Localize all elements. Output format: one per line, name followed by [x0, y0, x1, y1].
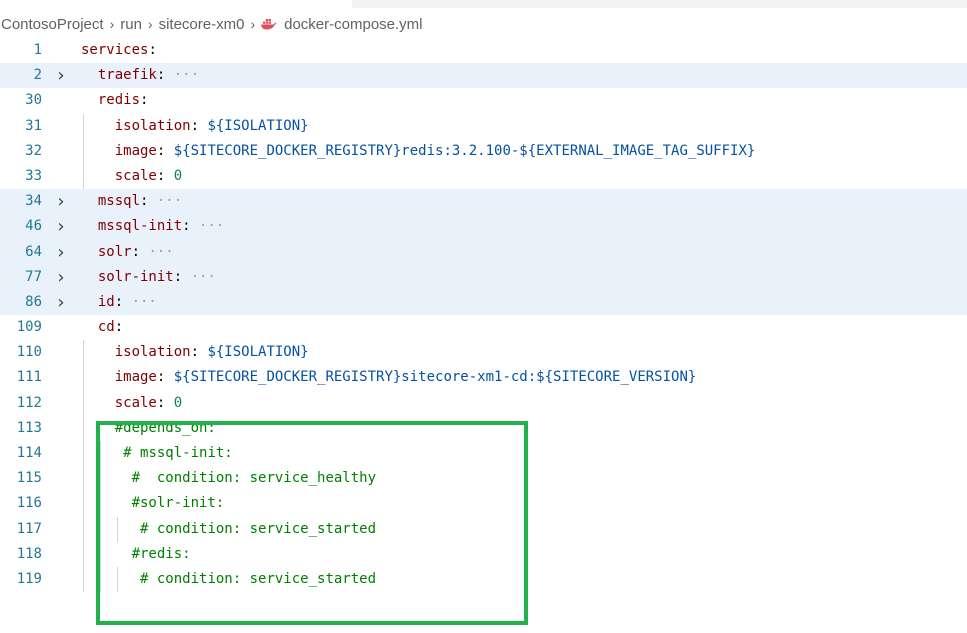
breadcrumb-separator: ›	[250, 16, 256, 32]
code-text: # condition: service_healthy	[131, 470, 377, 487]
code-editor[interactable]: 1 services: 2 › traefik: ··· 30 redis: 31 iso…	[0, 38, 967, 593]
code-text: # condition: service_started	[140, 520, 377, 537]
code-text: # mssql-init:	[123, 445, 233, 461]
line-number: 1	[33, 42, 42, 58]
line-number: 31	[25, 117, 42, 134]
code-text: mssql-init: ···	[97, 218, 225, 235]
line-number: 118	[16, 545, 42, 562]
code-text: solr-init: ···	[97, 268, 216, 285]
code-line[interactable]: 112 scale: 0	[0, 390, 967, 416]
code-line[interactable]: 118 #redis:	[0, 541, 967, 567]
code-text: #solr-init:	[131, 495, 225, 512]
code-line[interactable]: 46 › mssql-init: ···	[0, 214, 967, 240]
line-number: 109	[16, 319, 42, 336]
code-line[interactable]: 111 image: ${SITECORE_DOCKER_REGISTRY}si…	[0, 365, 967, 391]
line-number: 114	[16, 445, 42, 461]
breadcrumb-file-name[interactable]: docker-compose.yml	[283, 16, 423, 33]
line-number: 64	[25, 243, 42, 260]
line-number: 111	[16, 369, 42, 386]
code-line[interactable]: 119 # condition: service_started	[0, 566, 967, 593]
line-number: 32	[25, 142, 42, 159]
breadcrumb: ContosoProject › run › sitecore-xm0 › docker-c…	[0, 13, 967, 35]
line-number: 110	[16, 344, 42, 361]
code-line[interactable]: 116 #solr-init:	[0, 491, 967, 517]
chevron-right-icon[interactable]: ›	[54, 240, 68, 265]
line-number: 33	[25, 167, 42, 184]
line-number: 117	[16, 520, 42, 537]
line-number: 34	[25, 193, 42, 210]
code-line[interactable]: 34 › mssql: ···	[0, 189, 967, 215]
line-number: 115	[16, 470, 42, 487]
code-line[interactable]: 109 cd:	[0, 315, 967, 340]
code-text: isolation: ${ISOLATION}	[114, 117, 309, 134]
code-text: scale: 0	[114, 394, 183, 411]
code-line[interactable]: 30 redis:	[0, 88, 967, 113]
chevron-right-icon[interactable]: ›	[54, 290, 68, 315]
breadcrumb-item-contosoproject[interactable]: ContosoProject	[0, 16, 105, 33]
code-text: traefik: ···	[97, 67, 200, 84]
line-number: 2	[33, 67, 42, 84]
code-text: image: ${SITECORE_DOCKER_REGISTRY}redis:…	[114, 142, 756, 159]
code-line[interactable]: 114 # mssql-init:	[0, 441, 967, 467]
code-line[interactable]: 1 services:	[0, 38, 967, 63]
code-line[interactable]: 77 › solr-init: ···	[0, 264, 967, 290]
code-line[interactable]: 86 › id: ···	[0, 289, 967, 316]
active-tab-edge	[0, 0, 352, 8]
code-text: #depends_on:	[114, 419, 216, 436]
chevron-right-icon[interactable]: ›	[54, 63, 68, 88]
code-text: solr: ···	[97, 243, 174, 260]
chevron-right-icon[interactable]: ›	[54, 189, 68, 214]
line-number: 113	[16, 419, 42, 436]
breadcrumb-separator: ›	[147, 16, 153, 32]
code-line[interactable]: 110 isolation: ${ISOLATION}	[0, 340, 967, 366]
line-number: 116	[16, 495, 42, 512]
docker-icon	[260, 18, 277, 30]
chevron-right-icon[interactable]: ›	[54, 265, 68, 290]
tab-bar-strip	[0, 0, 967, 8]
code-text: mssql: ···	[97, 193, 183, 210]
chevron-right-icon[interactable]: ›	[54, 214, 68, 239]
code-line[interactable]: 2 › traefik: ···	[0, 63, 967, 89]
code-line[interactable]: 32 image: ${SITECORE_DOCKER_REGISTRY}red…	[0, 138, 967, 164]
code-line[interactable]: 117 # condition: service_started	[0, 516, 967, 542]
code-text: cd:	[97, 319, 124, 336]
code-line[interactable]: 113 #depends_on:	[0, 415, 967, 441]
code-text: scale: 0	[114, 167, 183, 184]
code-text: id: ···	[97, 293, 157, 310]
code-text: # condition: service_started	[140, 570, 377, 587]
code-text: services:	[81, 42, 157, 58]
code-line[interactable]: 115 # condition: service_healthy	[0, 466, 967, 492]
code-text: image: ${SITECORE_DOCKER_REGISTRY}siteco…	[114, 369, 697, 386]
breadcrumb-item-run[interactable]: run	[119, 16, 143, 33]
line-number: 46	[25, 218, 42, 235]
line-number: 86	[25, 293, 42, 310]
code-line[interactable]: 31 isolation: ${ISOLATION}	[0, 113, 967, 139]
code-text: #redis:	[131, 545, 191, 562]
line-number: 30	[25, 92, 42, 109]
line-number: 119	[16, 570, 42, 587]
breadcrumb-separator: ›	[109, 16, 115, 32]
line-number: 112	[16, 394, 42, 411]
breadcrumb-item-sitecore-xm0[interactable]: sitecore-xm0	[158, 16, 246, 33]
code-line[interactable]: 33 scale: 0	[0, 163, 967, 190]
code-text: isolation: ${ISOLATION}	[114, 344, 309, 361]
code-line[interactable]: 64 › solr: ···	[0, 239, 967, 265]
code-text: redis:	[97, 92, 149, 109]
line-number: 77	[25, 268, 42, 285]
